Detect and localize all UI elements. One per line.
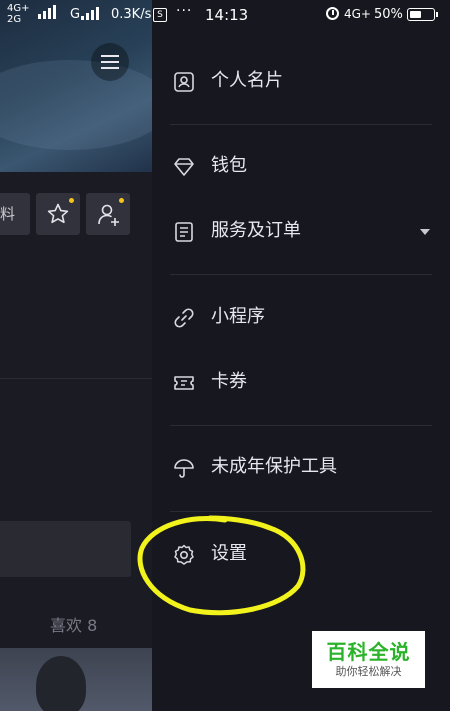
gear-icon: [174, 544, 194, 565]
watermark-subtitle: 助你轻松解决: [335, 665, 402, 678]
battery-icon: [407, 8, 438, 21]
id-card-icon: [174, 72, 194, 92]
network-type-top: 4G+: [7, 3, 30, 14]
battery-percent: 50%: [374, 7, 403, 22]
drawer-item-label: 个人名片: [211, 70, 283, 91]
add-user-icon: [98, 204, 119, 226]
network-speed: 0.3K/s: [111, 7, 152, 22]
status-bar: 4G+ 2G G 0.3K/s S ··· 14:13 4G+ 50%: [0, 0, 450, 32]
notification-dot: [69, 198, 74, 203]
edit-profile-button[interactable]: 料: [0, 193, 30, 235]
app-notification-icon: S: [153, 8, 167, 22]
umbrella-icon: [174, 459, 194, 478]
likes-tab[interactable]: 喜欢 8: [50, 612, 97, 636]
add-friend-button[interactable]: [86, 193, 130, 235]
document-icon: [175, 222, 193, 242]
drawer-item-mini-programs[interactable]: 小程序: [152, 293, 450, 343]
drawer-item-label: 小程序: [211, 306, 265, 327]
drawer-item-business-card[interactable]: 个人名片: [152, 57, 450, 107]
drawer-item-label: 未成年保护工具: [211, 456, 337, 477]
link-icon: [174, 308, 194, 328]
chevron-down-icon[interactable]: [420, 229, 430, 235]
edit-profile-label: 料: [0, 205, 16, 223]
carrier-network: G: [70, 7, 81, 22]
drawer-item-wallet[interactable]: 钱包: [152, 142, 450, 192]
clock: 14:13: [205, 6, 249, 24]
divider: [170, 511, 432, 512]
drawer-item-label: 设置: [211, 543, 247, 564]
ticket-icon: [174, 376, 194, 390]
side-drawer: 个人名片 钱包 服务及订单 小程序 卡券 未成年保护工具 设置: [152, 0, 450, 711]
favorites-button[interactable]: [36, 193, 80, 235]
divider: [0, 378, 152, 379]
drawer-item-label: 钱包: [211, 155, 247, 176]
alarm-icon: [326, 7, 339, 20]
background-profile-page: 料 喜欢 8: [0, 0, 170, 711]
diamond-icon: [174, 158, 194, 176]
network-type-right: 4G+: [344, 7, 371, 21]
more-notifications-icon: ···: [176, 3, 193, 19]
signal-bars-icon: [38, 5, 56, 19]
drawer-item-settings[interactable]: 设置: [152, 530, 450, 580]
divider: [170, 274, 432, 275]
baike-watermark-logo: 百科全说 助你轻松解决: [312, 631, 425, 688]
star-icon: [47, 203, 69, 224]
watermark-title: 百科全说: [326, 640, 411, 664]
divider: [170, 124, 432, 125]
background-card: [0, 521, 131, 577]
drawer-item-coupons[interactable]: 卡券: [152, 358, 450, 408]
network-type-bottom: 2G: [7, 14, 22, 25]
drawer-item-label: 服务及订单: [211, 220, 301, 241]
video-thumbnail[interactable]: [0, 648, 152, 711]
signal-bars-icon: [81, 7, 99, 20]
screen: 料 喜欢 8 个人名片 钱包 服务及订单 小程序 卡券 未成年保护工具 设置 4…: [0, 0, 450, 711]
notification-dot: [119, 198, 124, 203]
drawer-item-label: 卡券: [211, 371, 247, 392]
divider: [170, 425, 432, 426]
drawer-item-minor-protection[interactable]: 未成年保护工具: [152, 443, 450, 493]
hamburger-menu-button[interactable]: [91, 43, 129, 81]
network-type: 4G+ 2G: [7, 3, 30, 25]
drawer-item-services-orders[interactable]: 服务及订单: [152, 207, 450, 257]
